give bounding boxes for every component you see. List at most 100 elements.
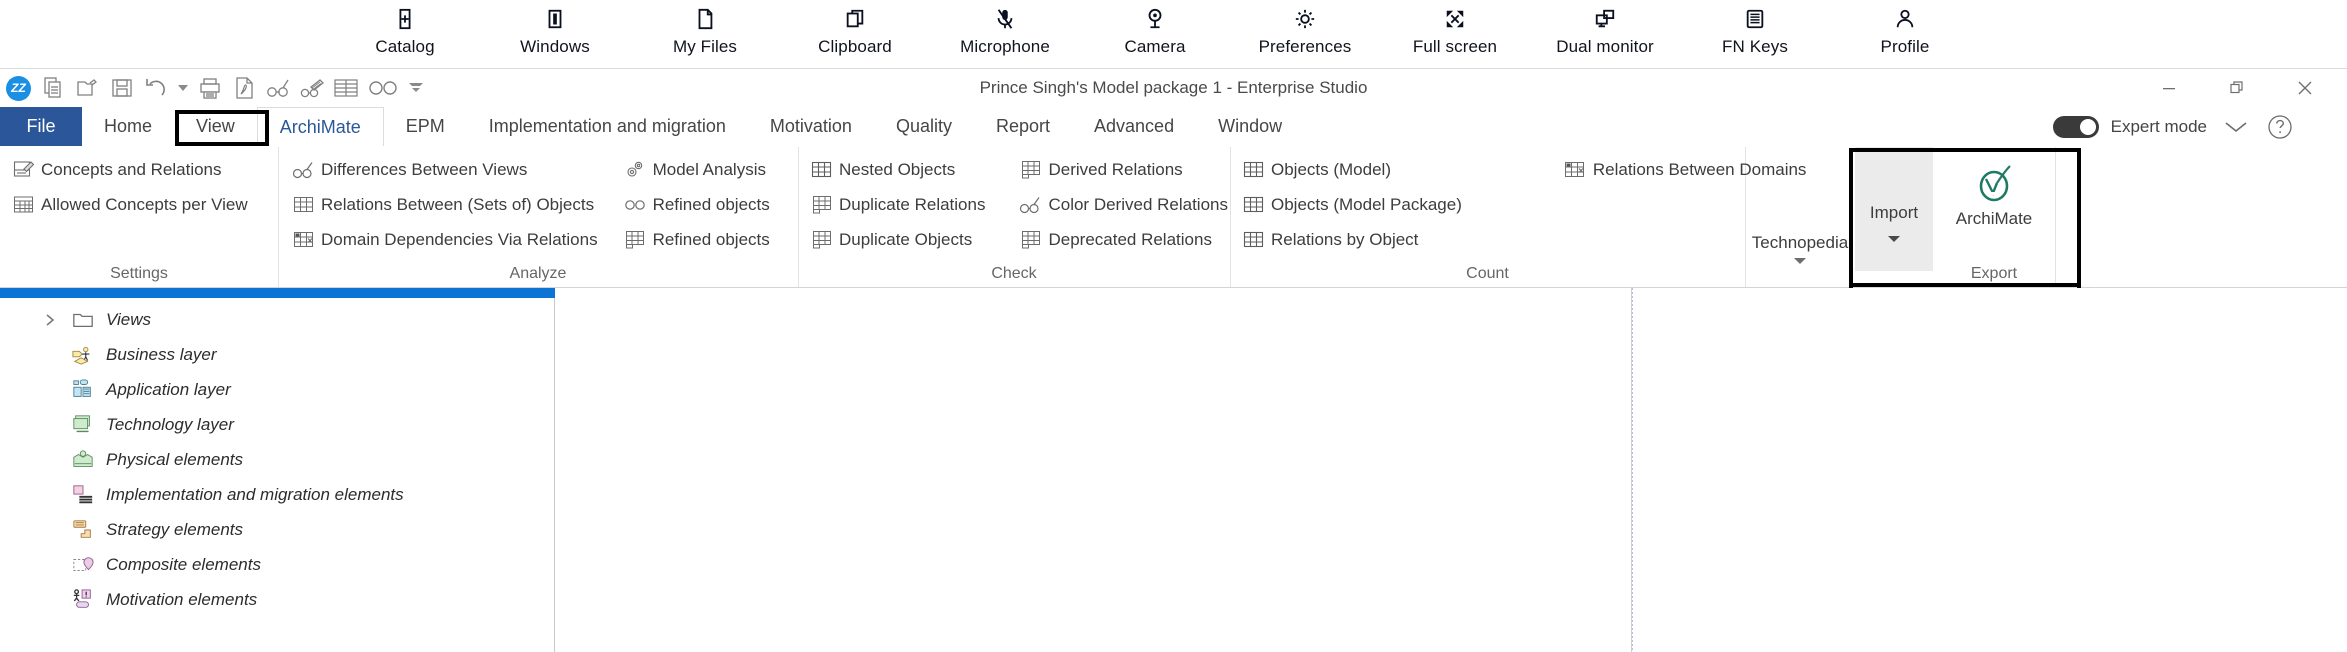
tab-implementation-and-migration[interactable]: Implementation and migration	[467, 107, 748, 146]
tab-archimate[interactable]: ArchiMate	[256, 107, 384, 146]
ribbon-item-label: Nested Objects	[839, 159, 956, 179]
ribbon-item-label: Duplicate Relations	[839, 194, 986, 214]
tree-item-label: Composite elements	[106, 554, 261, 574]
ribbon-item-refined-objects-b[interactable]: Refined objects	[618, 223, 776, 256]
right-pane[interactable]	[1633, 288, 2347, 652]
customize-qat-caret-icon[interactable]	[406, 74, 426, 102]
new-document-icon[interactable]	[40, 74, 68, 102]
tab-label: Implementation and migration	[488, 116, 726, 136]
main-canvas[interactable]	[556, 288, 1632, 652]
model-tree-panel: Views Business layer Application layer Tech…	[0, 288, 555, 652]
clipboard-icon	[844, 4, 866, 34]
windows-icon	[544, 4, 566, 34]
ribbon-group-count: Objects (Model) Objects (Model Package)	[1230, 147, 1806, 287]
help-icon[interactable]	[2265, 112, 2295, 142]
save-icon[interactable]	[108, 74, 136, 102]
ribbon-item-relations-between-sets-of-objects[interactable]: Relations Between (Sets of) Objects	[286, 188, 604, 221]
ribbon-item-derived-relations[interactable]: Derived Relations	[1013, 153, 1234, 186]
ribbon-group-export: Import ArchiMate Export	[1855, 147, 2056, 287]
table-page-icon	[810, 194, 832, 216]
topbar-item-preferences[interactable]: Preferences	[1230, 0, 1380, 57]
expert-mode-toggle[interactable]	[2052, 115, 2099, 138]
ribbon-item-label: Relations Between (Sets of) Objects	[321, 194, 595, 214]
tree-item-physical-elements[interactable]: Physical elements	[0, 442, 555, 477]
topbar-item-camera[interactable]: Camera	[1080, 0, 1230, 57]
oo-icon[interactable]	[366, 74, 400, 102]
topbar-item-my-files[interactable]: My Files	[630, 0, 780, 57]
ribbon-item-model-analysis[interactable]: Model Analysis	[618, 153, 776, 186]
tab-report[interactable]: Report	[974, 107, 1072, 146]
tab-view[interactable]: View	[174, 107, 257, 146]
tree-item-label: Implementation and migration elements	[106, 484, 404, 504]
catalog-icon	[394, 4, 416, 34]
minimize-button[interactable]	[2135, 70, 2203, 106]
tab-advanced[interactable]: Advanced	[1072, 107, 1196, 146]
topbar-item-profile[interactable]: Profile	[1830, 0, 1980, 57]
tree-item-views[interactable]: Views	[0, 302, 555, 337]
glasses-icon[interactable]	[264, 74, 292, 102]
topbar-item-windows[interactable]: Windows	[480, 0, 630, 57]
ribbon-item-relations-by-object[interactable]: Relations by Object	[1236, 223, 1468, 256]
topbar-item-microphone[interactable]: Microphone	[930, 0, 1080, 57]
undo-icon[interactable]	[142, 74, 170, 102]
topbar-item-label: Clipboard	[818, 37, 892, 56]
ribbon-item-deprecated-relations[interactable]: Deprecated Relations	[1013, 223, 1234, 256]
ribbon-item-refined-objects-a[interactable]: Refined objects	[618, 188, 776, 221]
ribbon-group-title: Count	[1466, 265, 1509, 282]
tab-motivation[interactable]: Motivation	[748, 107, 874, 146]
ribbon-item-concepts-and-relations[interactable]: Concepts and Relations	[6, 153, 254, 186]
topbar-item-label: Preferences	[1258, 37, 1352, 56]
ribbon-item-nested-objects[interactable]: Nested Objects	[804, 153, 991, 186]
expert-mode-area: Expert mode	[2052, 107, 2295, 146]
topbar-item-catalog[interactable]: Catalog	[330, 0, 480, 57]
tree-item-label: Motivation elements	[106, 589, 258, 609]
ribbon-item-objects-model[interactable]: Objects (Model)	[1236, 153, 1468, 186]
window-controls	[2135, 69, 2339, 107]
tree-item-motivation-elements[interactable]: Motivation elements	[0, 582, 555, 617]
tab-epm[interactable]: EPM	[384, 107, 467, 146]
import-caret-icon[interactable]	[1888, 235, 1900, 243]
ribbon-group-title: Analyze	[509, 265, 567, 282]
technopedia-button[interactable]: Technopedia	[1745, 147, 1855, 287]
export-archimate-button[interactable]: ArchiMate	[1933, 147, 2055, 271]
topbar-item-clipboard[interactable]: Clipboard	[780, 0, 930, 57]
print-icon[interactable]	[196, 74, 224, 102]
tree-item-strategy-elements[interactable]: Strategy elements	[0, 512, 555, 547]
ribbon-item-label: Allowed Concepts per View	[41, 194, 248, 214]
motivation-elements-icon	[70, 588, 96, 612]
tab-home[interactable]: Home	[82, 107, 174, 146]
ribbon-item-label: Model Analysis	[652, 159, 766, 179]
ribbon-item-objects-model-package[interactable]: Objects (Model Package)	[1236, 188, 1468, 221]
open-folder-icon[interactable]	[74, 74, 102, 102]
chevron-right-icon[interactable]	[40, 310, 60, 330]
tree-item-application-layer[interactable]: Application layer	[0, 372, 555, 407]
topbar-item-fn-keys[interactable]: FN Keys	[1680, 0, 1830, 57]
tab-label: Quality	[895, 116, 952, 136]
ribbon-item-color-derived-relations[interactable]: Color Derived Relations	[1013, 188, 1234, 221]
remote-control-toolbar: Catalog Windows My Files Clipboard Microphon…	[0, 0, 2347, 69]
chevron-down-icon[interactable]	[2219, 110, 2253, 144]
ribbon-item-allowed-concepts-per-view[interactable]: Allowed Concepts per View	[6, 188, 254, 221]
undo-dropdown-caret-icon[interactable]	[176, 74, 190, 102]
table-icon[interactable]	[332, 74, 360, 102]
export-pdf-icon[interactable]	[230, 74, 258, 102]
tree-item-composite-elements[interactable]: Composite elements	[0, 547, 555, 582]
glasses-document-icon[interactable]	[298, 74, 326, 102]
ribbon-item-duplicate-objects[interactable]: Duplicate Objects	[804, 223, 991, 256]
tab-quality[interactable]: Quality	[874, 107, 974, 146]
tree-item-technology-layer[interactable]: Technology layer	[0, 407, 555, 442]
import-split-button[interactable]: Import	[1855, 147, 1933, 271]
tree-item-implementation-and-migration-elements[interactable]: Implementation and migration elements	[0, 477, 555, 512]
ribbon-item-duplicate-relations[interactable]: Duplicate Relations	[804, 188, 991, 221]
topbar-item-full-screen[interactable]: Full screen	[1380, 0, 1530, 57]
tree-item-business-layer[interactable]: Business layer	[0, 337, 555, 372]
technopedia-caret-icon[interactable]	[1794, 257, 1806, 265]
tab-label: Home	[104, 116, 153, 136]
restore-button[interactable]	[2203, 70, 2271, 106]
ribbon-item-domain-dependencies-via-relations[interactable]: Domain Dependencies Via Relations	[286, 223, 604, 256]
ribbon-item-differences-between-views[interactable]: Differences Between Views	[286, 153, 604, 186]
close-button[interactable]	[2271, 70, 2339, 106]
tab-window[interactable]: Window	[1196, 107, 1304, 146]
tab-file[interactable]: File	[0, 107, 82, 146]
topbar-item-dual-monitor[interactable]: Dual monitor	[1530, 0, 1680, 57]
